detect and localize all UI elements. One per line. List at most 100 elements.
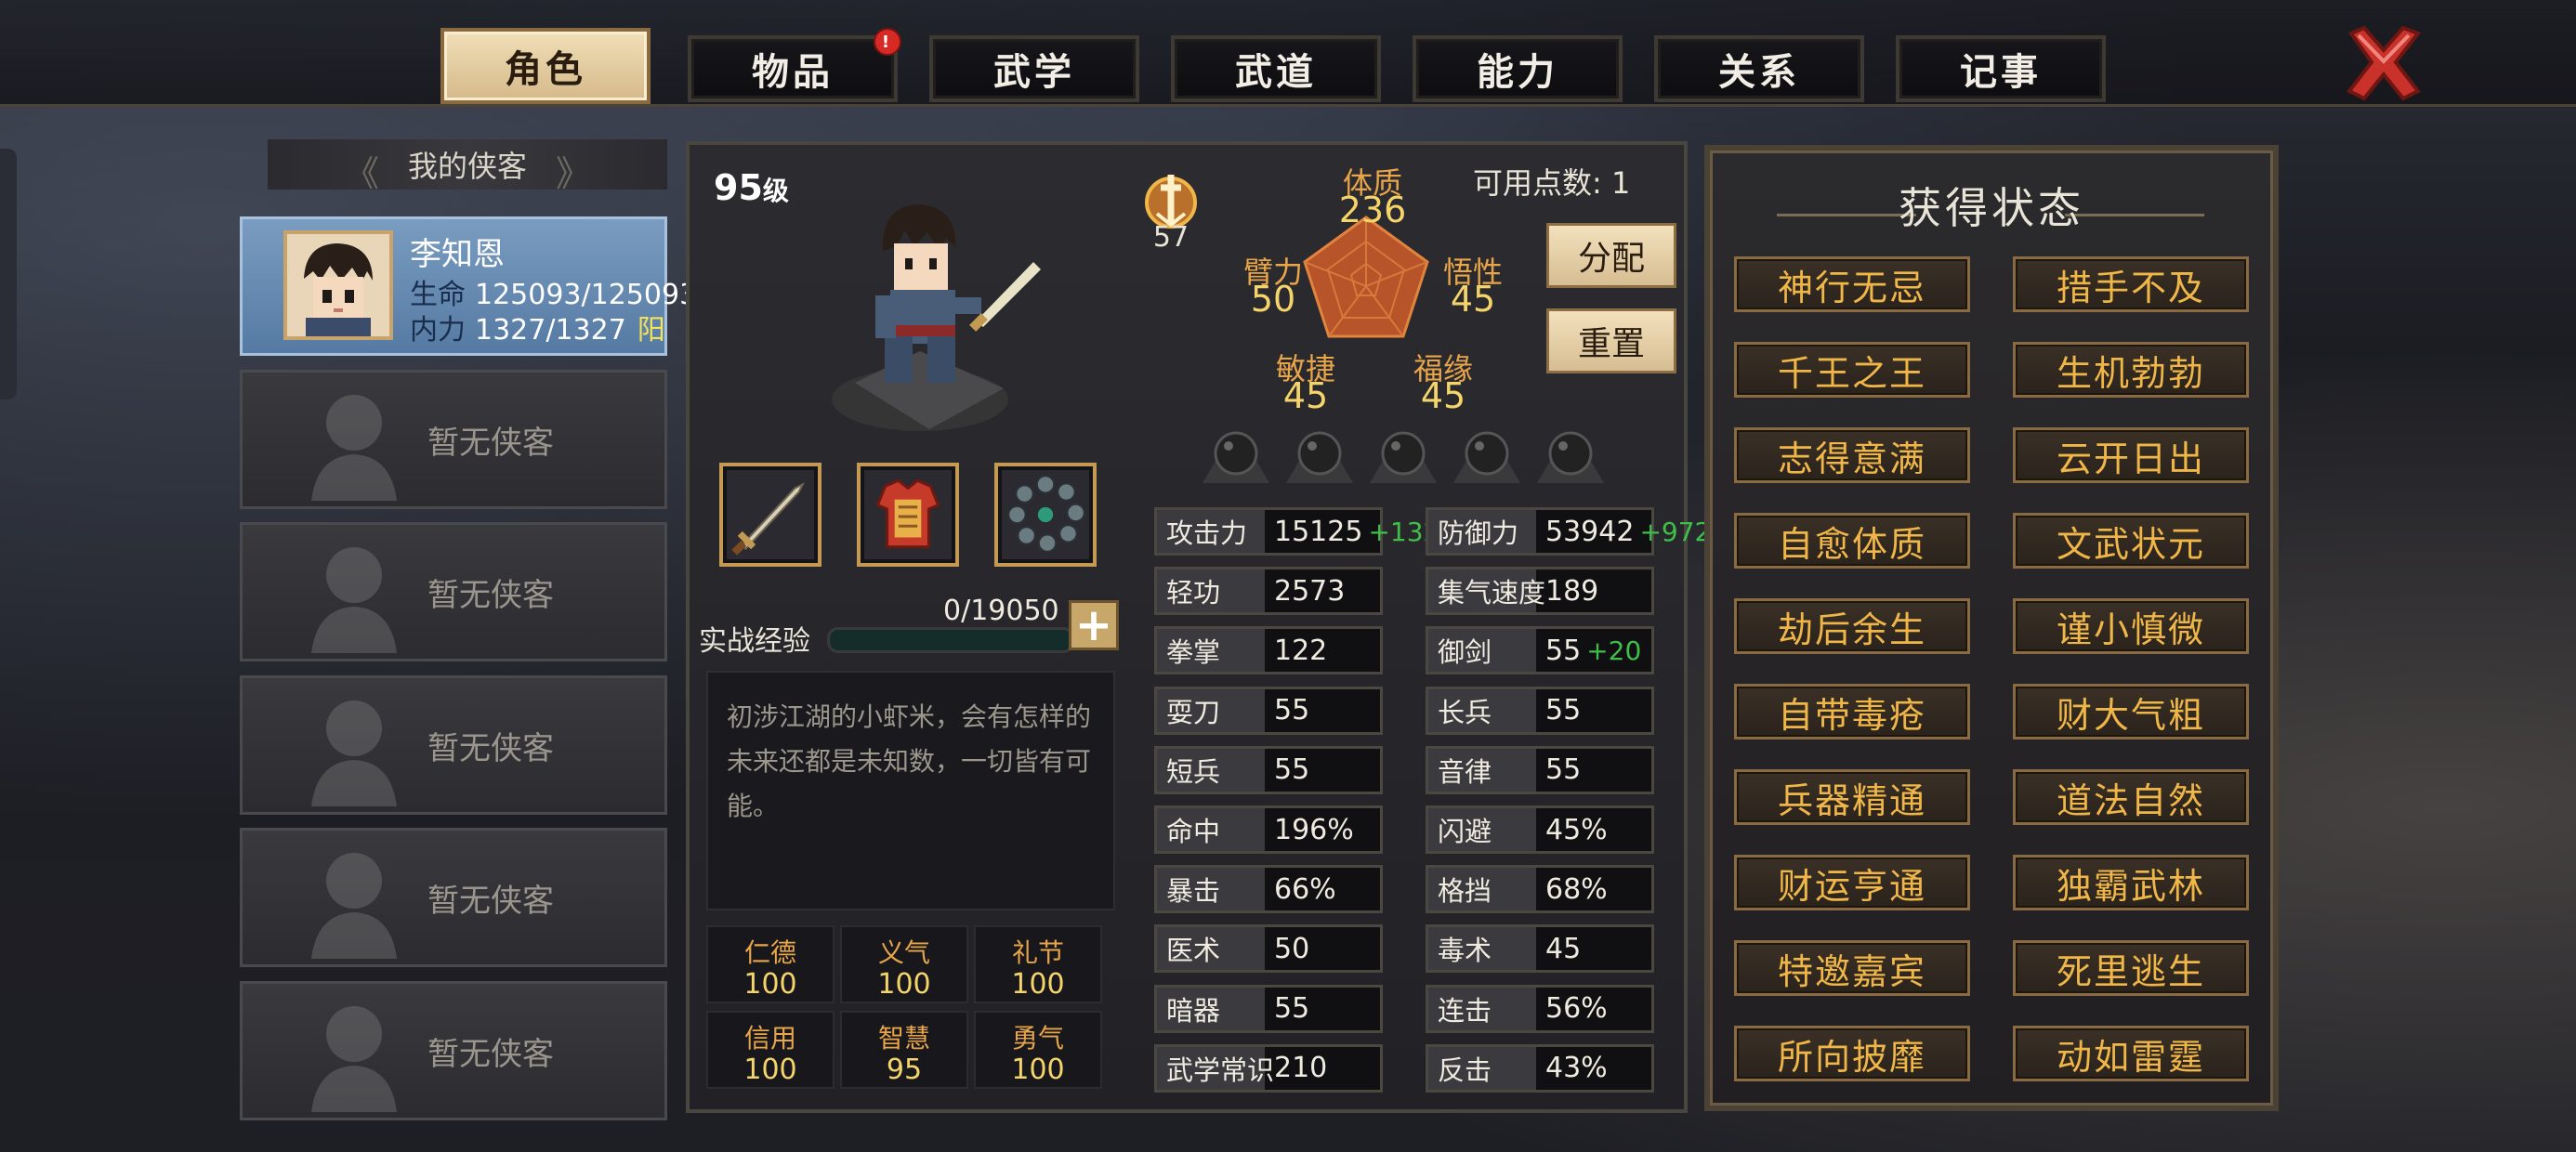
silhouette-icon [311, 700, 397, 806]
medal-value: 57 [1152, 221, 1189, 254]
status-buff[interactable]: 财运亨通 [1734, 855, 1970, 910]
tab-character[interactable]: 角色 [440, 28, 651, 104]
attribute-value-group: 68% [1545, 868, 1608, 910]
hero-slot-empty[interactable]: 暂无侠客 [240, 828, 667, 967]
attribute-label: 音律 [1428, 748, 1536, 792]
status-buff[interactable]: 志得意满 [1734, 427, 1970, 483]
virtue-value: 100 [743, 968, 797, 1001]
stat-strength-value: 50 [1250, 279, 1296, 320]
tab-relations[interactable]: 关系 [1654, 35, 1864, 102]
virtue-label: 勇气 [1011, 1023, 1064, 1054]
status-buff[interactable]: 自愈体质 [1734, 513, 1970, 569]
attribute-label: 格挡 [1428, 868, 1536, 911]
status-buff[interactable]: 所向披靡 [1734, 1026, 1970, 1081]
tab-martial-way[interactable]: 武道 [1171, 35, 1381, 102]
chevron-right-icon[interactable]: 》 [556, 145, 591, 196]
attribute-value: 55 [1274, 992, 1310, 1026]
orb-slot-icon[interactable] [1533, 427, 1608, 489]
virtue-label: 智慧 [877, 1023, 930, 1054]
status-buff[interactable]: 财大气粗 [2013, 684, 2249, 740]
orb-slot-icon[interactable] [1450, 427, 1524, 489]
attribute-label: 短兵 [1157, 748, 1265, 792]
virtue-value: 95 [886, 1054, 923, 1086]
attribute-value: 210 [1274, 1052, 1328, 1085]
status-buff[interactable]: 特邀嘉宾 [1734, 940, 1970, 996]
attribute-label: 长兵 [1428, 688, 1536, 732]
hero-card-selected[interactable]: 李知恩 生命 125093/125093 内力 1327/1327 阳 [240, 216, 697, 356]
attribute-value-group: 55 [1545, 749, 1581, 792]
equip-slot-accessory[interactable] [994, 463, 1097, 567]
attribute-label: 攻击力 [1157, 510, 1265, 553]
attribute-label: 医术 [1157, 927, 1265, 971]
hero-portrait-avatar [283, 230, 393, 340]
reset-button[interactable]: 重置 [1546, 308, 1676, 373]
attribute-value-group: 43% [1545, 1047, 1608, 1090]
hero-slot-empty[interactable]: 暂无侠客 [240, 522, 667, 661]
attribute-value: 55 [1545, 694, 1582, 727]
attribute-label: 暗器 [1157, 987, 1265, 1030]
attribute-row: 短兵 55 [1154, 745, 1383, 794]
status-buff[interactable]: 云开日出 [2013, 427, 2249, 483]
chevron-left-icon[interactable]: 《 [344, 145, 379, 196]
attribute-row: 医术 50 [1154, 924, 1383, 974]
my-heroes-title: 《 我的侠客 》 [268, 139, 667, 194]
hero-mp-row: 内力 1327/1327 阳 [410, 307, 665, 347]
status-buff[interactable]: 自带毒疮 [1734, 684, 1970, 740]
status-buff[interactable]: 劫后余生 [1734, 598, 1970, 654]
virtue-value: 100 [1011, 1054, 1065, 1086]
hero-slot-empty[interactable]: 暂无侠客 [240, 370, 667, 509]
status-buff[interactable]: 千王之王 [1734, 342, 1970, 398]
virtue-label: 仁德 [743, 937, 796, 968]
sword-icon [731, 482, 805, 556]
attribute-row: 命中 196% [1154, 805, 1383, 854]
status-buff[interactable]: 动如雷霆 [2013, 1026, 2249, 1081]
mp-value: 1327/1327 [475, 314, 626, 347]
attribute-row: 格挡 68% [1426, 865, 1654, 914]
stat-constitution-value: 236 [1338, 190, 1407, 230]
status-buff[interactable]: 兵器精通 [1734, 769, 1970, 825]
equip-slot-armor[interactable] [857, 463, 959, 567]
status-buff[interactable]: 文武状元 [2013, 513, 2249, 569]
close-icon[interactable] [2342, 20, 2425, 104]
status-buff[interactable]: 独霸武林 [2013, 855, 2249, 910]
attribute-value: 55 [1274, 753, 1310, 787]
attribute-value-group: 210 [1274, 1047, 1327, 1090]
armor-icon [875, 478, 940, 549]
stat-comprehension-value: 45 [1450, 279, 1496, 320]
attribute-label: 毒术 [1428, 927, 1536, 971]
xp-progress-bar [827, 627, 1074, 653]
character-sprite [832, 204, 1041, 431]
attribute-value-group: 66% [1274, 868, 1336, 910]
stat-agility-value: 45 [1282, 375, 1329, 416]
attribute-bonus: +20 [1586, 635, 1642, 666]
status-buff[interactable]: 死里逃生 [2013, 940, 2249, 996]
attribute-label: 闪避 [1428, 808, 1536, 851]
hero-slot-empty[interactable]: 暂无侠客 [240, 675, 667, 815]
orb-slot-icon[interactable] [1282, 427, 1357, 489]
status-buff[interactable]: 生机勃勃 [2013, 342, 2249, 398]
attribute-value-group: 45 [1545, 927, 1581, 970]
status-buff[interactable]: 谨小慎微 [2013, 598, 2249, 654]
equip-slot-weapon[interactable] [719, 463, 821, 567]
silhouette-icon [311, 547, 397, 653]
status-buff[interactable]: 措手不及 [2013, 256, 2249, 312]
orb-slot-icon[interactable] [1366, 427, 1440, 489]
attribute-value-group: 55 [1274, 988, 1309, 1030]
empty-slot-label: 暂无侠客 [427, 1035, 554, 1073]
allocate-button[interactable]: 分配 [1546, 223, 1676, 288]
orb-slot-icon[interactable] [1199, 427, 1273, 489]
hero-slot-empty[interactable]: 暂无侠客 [240, 981, 667, 1120]
points-value: 1 [1610, 165, 1631, 201]
attribute-label: 防御力 [1428, 510, 1536, 553]
tab-martial-arts[interactable]: 武学 [929, 35, 1139, 102]
tab-journal[interactable]: 记事 [1896, 35, 2106, 102]
tab-items[interactable]: 物品! [688, 28, 901, 102]
side-drawer-handle[interactable] [0, 149, 17, 399]
attribute-value-group: 196% [1274, 808, 1354, 851]
attribute-row: 御剑 55 +20 [1426, 626, 1654, 675]
notification-badge: ! [874, 28, 901, 56]
add-xp-button[interactable]: + [1069, 600, 1119, 650]
status-buff[interactable]: 道法自然 [2013, 769, 2249, 825]
tab-abilities[interactable]: 能力 [1413, 35, 1623, 102]
status-buff[interactable]: 神行无忌 [1734, 256, 1970, 312]
